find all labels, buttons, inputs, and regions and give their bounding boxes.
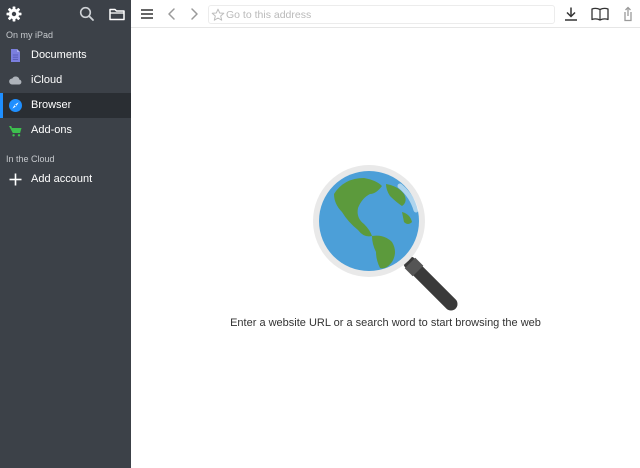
plus-icon: [8, 172, 23, 187]
sidebar-item-label: Add-ons: [31, 124, 72, 136]
sidebar-item-icloud[interactable]: iCloud: [0, 68, 131, 93]
sidebar-toolbar: [0, 0, 131, 28]
sidebar-item-documents[interactable]: Documents: [0, 43, 131, 68]
sidebar-item-label: Browser: [31, 99, 72, 111]
address-bar: [208, 5, 555, 24]
search-icon[interactable]: [78, 5, 96, 23]
bookmarks-icon[interactable]: [590, 5, 609, 23]
star-icon[interactable]: [211, 8, 225, 22]
globe-magnifier-icon: [312, 164, 462, 314]
back-icon[interactable]: [163, 5, 181, 23]
sidebar-item-add-account[interactable]: Add account: [0, 167, 131, 192]
sidebar-item-label: Add account: [31, 173, 93, 185]
sidebar-item-label: Documents: [31, 49, 87, 61]
menu-icon[interactable]: [138, 5, 156, 23]
sidebar-item-label: iCloud: [31, 74, 63, 86]
gear-icon[interactable]: [5, 5, 23, 23]
folder-icon[interactable]: [108, 5, 126, 23]
empty-state-message: Enter a website URL or a search word to …: [230, 317, 541, 329]
cart-icon: [8, 123, 23, 138]
sidebar: On my iPad Documents iCloud Browser Add-…: [0, 0, 131, 468]
forward-icon[interactable]: [185, 5, 203, 23]
sidebar-item-browser[interactable]: Browser: [0, 93, 131, 118]
section-label-on-my-ipad: On my iPad: [6, 30, 54, 40]
address-input[interactable]: [226, 7, 546, 22]
download-icon[interactable]: [562, 5, 580, 23]
share-icon[interactable]: [619, 5, 637, 23]
sidebar-item-add-ons[interactable]: Add-ons: [0, 118, 131, 143]
section-label-in-the-cloud: In the Cloud: [6, 154, 55, 164]
compass-icon: [8, 98, 23, 113]
browser-content: Enter a website URL or a search word to …: [131, 28, 640, 468]
active-indicator: [0, 93, 3, 118]
cloud-icon: [8, 73, 23, 88]
browser-toolbar: [131, 0, 640, 28]
document-icon: [8, 48, 23, 63]
